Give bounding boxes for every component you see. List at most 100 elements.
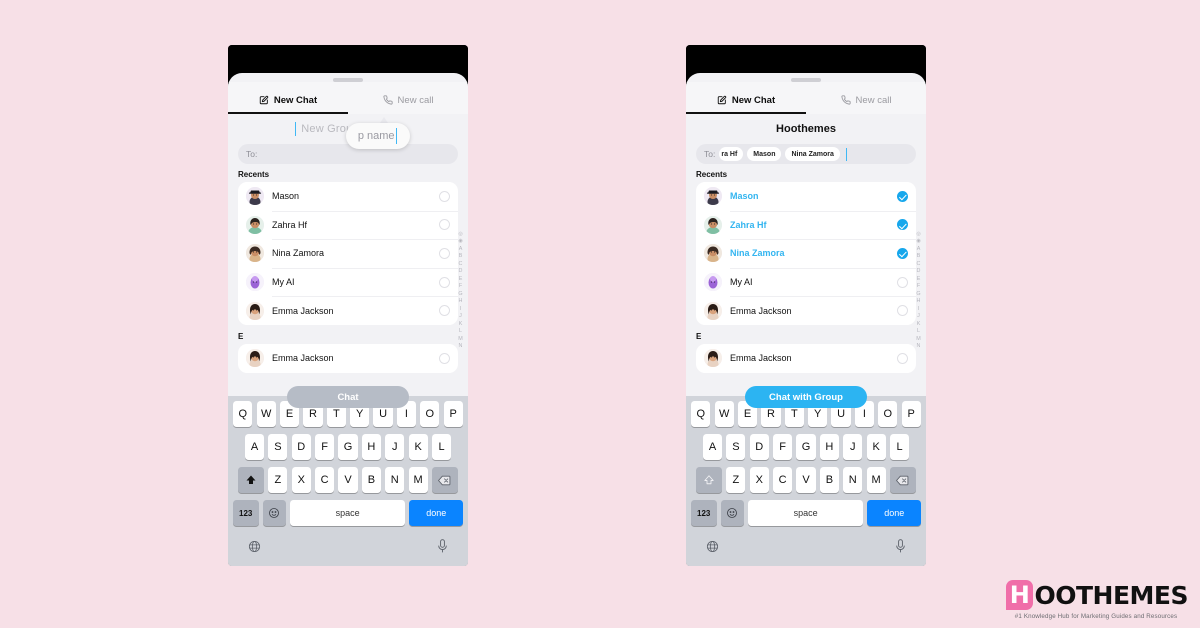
star-icon[interactable]: ◉ bbox=[458, 238, 462, 244]
key-p[interactable]: P bbox=[901, 401, 921, 427]
key-m[interactable]: M bbox=[866, 467, 886, 493]
key-z[interactable]: Z bbox=[268, 467, 288, 493]
table-row[interactable]: Nina Zamora bbox=[696, 239, 916, 268]
select-radio[interactable] bbox=[439, 276, 450, 288]
key-n[interactable]: N bbox=[385, 467, 405, 493]
select-radio[interactable] bbox=[439, 219, 450, 231]
index-letter[interactable]: K bbox=[459, 321, 463, 327]
index-letter[interactable]: F bbox=[917, 283, 920, 289]
key-k[interactable]: K bbox=[408, 434, 428, 460]
select-radio[interactable] bbox=[439, 190, 450, 202]
index-letter[interactable]: D bbox=[459, 268, 463, 274]
key-x[interactable]: X bbox=[749, 467, 769, 493]
table-row[interactable]: Nina Zamora bbox=[238, 239, 458, 268]
index-letter[interactable]: A bbox=[459, 246, 463, 252]
index-letter[interactable]: I bbox=[460, 306, 462, 312]
select-radio[interactable] bbox=[897, 190, 908, 202]
key-f[interactable]: F bbox=[773, 434, 793, 460]
key-s[interactable]: S bbox=[268, 434, 288, 460]
to-field-right[interactable]: To: ra Hf Mason Nina Zamora bbox=[696, 144, 916, 164]
globe-icon[interactable] bbox=[248, 540, 261, 558]
space-key[interactable]: space bbox=[290, 500, 406, 526]
index-letter[interactable]: F bbox=[459, 283, 462, 289]
select-radio[interactable] bbox=[897, 305, 908, 317]
globe-icon[interactable] bbox=[706, 540, 719, 558]
index-letter[interactable]: L bbox=[459, 328, 462, 334]
key-v[interactable]: V bbox=[338, 467, 358, 493]
shift-icon[interactable] bbox=[238, 467, 265, 493]
index-letter[interactable]: G bbox=[916, 291, 920, 297]
select-radio[interactable] bbox=[897, 247, 908, 259]
star-icon[interactable]: ◉ bbox=[916, 238, 920, 244]
table-row[interactable]: Zahra Hf bbox=[238, 210, 458, 240]
index-letter[interactable]: N bbox=[459, 343, 463, 349]
table-row[interactable]: Emma Jackson bbox=[238, 344, 458, 373]
index-letter[interactable]: E bbox=[459, 276, 463, 282]
key-d[interactable]: D bbox=[749, 434, 769, 460]
chat-button-left[interactable]: Chat bbox=[287, 386, 409, 408]
key-k[interactable]: K bbox=[866, 434, 886, 460]
index-letter[interactable]: G bbox=[458, 291, 462, 297]
select-radio[interactable] bbox=[439, 305, 450, 317]
backspace-icon[interactable] bbox=[431, 467, 458, 493]
emoji-icon[interactable] bbox=[262, 500, 286, 526]
key-v[interactable]: V bbox=[796, 467, 816, 493]
index-letter[interactable]: B bbox=[917, 253, 921, 259]
index-letter[interactable]: N bbox=[917, 343, 921, 349]
key-o[interactable]: O bbox=[878, 401, 898, 427]
recipient-chip[interactable]: Mason bbox=[747, 147, 782, 161]
key-g[interactable]: G bbox=[338, 434, 358, 460]
index-letter[interactable]: C bbox=[917, 261, 921, 267]
index-letter[interactable]: J bbox=[459, 313, 462, 319]
index-letter[interactable]: L bbox=[917, 328, 920, 334]
index-letter[interactable]: M bbox=[458, 336, 463, 342]
key-z[interactable]: Z bbox=[726, 467, 746, 493]
key-l[interactable]: L bbox=[431, 434, 452, 460]
search-icon[interactable]: ◎ bbox=[458, 231, 462, 237]
select-radio[interactable] bbox=[897, 276, 908, 288]
index-letter[interactable]: J bbox=[917, 313, 920, 319]
key-h[interactable]: H bbox=[361, 434, 381, 460]
recipient-chip[interactable]: ra Hf bbox=[719, 147, 744, 161]
key-a[interactable]: A bbox=[702, 434, 723, 460]
table-row[interactable]: Mason bbox=[696, 182, 916, 211]
key-q[interactable]: Q bbox=[233, 401, 253, 427]
key-b[interactable]: B bbox=[819, 467, 839, 493]
key-j[interactable]: J bbox=[843, 434, 863, 460]
to-field-left[interactable]: To: bbox=[238, 144, 458, 164]
key-n[interactable]: N bbox=[843, 467, 863, 493]
done-key[interactable]: done bbox=[409, 500, 464, 526]
table-row[interactable]: Emma Jackson bbox=[238, 296, 458, 325]
key-x[interactable]: X bbox=[291, 467, 311, 493]
tab-new-chat-left[interactable]: New Chat bbox=[228, 86, 348, 114]
group-name-row-right[interactable]: Hoothemes bbox=[686, 114, 926, 144]
numbers-key[interactable]: 123 bbox=[690, 500, 717, 526]
index-letter[interactable]: B bbox=[459, 253, 463, 259]
index-letter[interactable]: H bbox=[917, 298, 921, 304]
key-s[interactable]: S bbox=[726, 434, 746, 460]
table-row[interactable]: My AI bbox=[696, 267, 916, 297]
select-radio[interactable] bbox=[439, 247, 450, 259]
alphabet-index-strip-left[interactable]: ◎ ◉ A B C D E F G H I J K L M N bbox=[455, 231, 466, 350]
emoji-icon[interactable] bbox=[720, 500, 744, 526]
key-q[interactable]: Q bbox=[691, 401, 711, 427]
index-letter[interactable]: H bbox=[459, 298, 463, 304]
chat-with-group-button-right[interactable]: Chat with Group bbox=[745, 386, 867, 408]
key-c[interactable]: C bbox=[773, 467, 793, 493]
tab-new-call-right[interactable]: New call bbox=[806, 86, 926, 114]
alphabet-index-strip-right[interactable]: ◎ ◉ A B C D E F G H I J K L M N bbox=[913, 231, 924, 350]
table-row[interactable]: Emma Jackson bbox=[696, 344, 916, 373]
search-icon[interactable]: ◎ bbox=[916, 231, 920, 237]
key-c[interactable]: C bbox=[315, 467, 335, 493]
key-g[interactable]: G bbox=[796, 434, 816, 460]
space-key[interactable]: space bbox=[748, 500, 864, 526]
microphone-icon[interactable] bbox=[437, 539, 448, 558]
key-w[interactable]: W bbox=[714, 401, 734, 427]
index-letter[interactable]: E bbox=[917, 276, 921, 282]
key-f[interactable]: F bbox=[315, 434, 335, 460]
tab-new-call-left[interactable]: New call bbox=[348, 86, 468, 114]
key-a[interactable]: A bbox=[244, 434, 265, 460]
index-letter[interactable]: M bbox=[916, 336, 921, 342]
key-o[interactable]: O bbox=[420, 401, 440, 427]
numbers-key[interactable]: 123 bbox=[232, 500, 259, 526]
